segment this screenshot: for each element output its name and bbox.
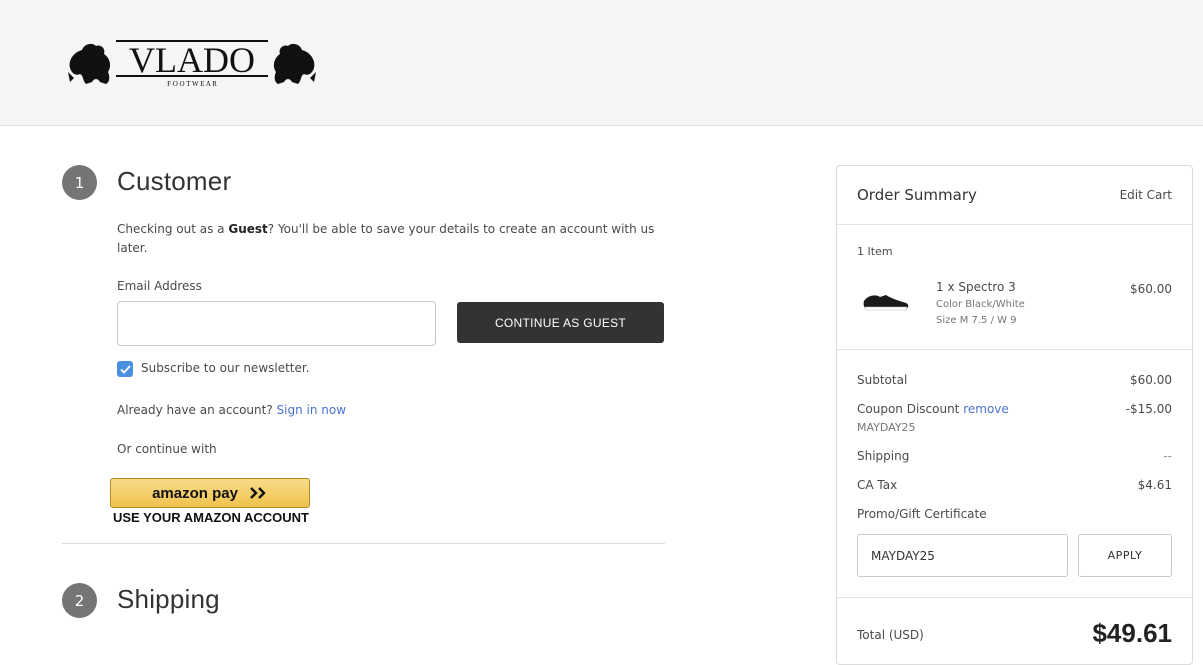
coupon-value: -$15.00 (1125, 402, 1172, 416)
lion-right-icon (273, 43, 316, 84)
summary-divider (837, 597, 1192, 598)
lion-left-icon (68, 43, 111, 84)
shipping-label: Shipping (857, 449, 910, 463)
amazon-pay-button[interactable]: amazon pay (110, 478, 310, 508)
guest-text-prefix: Checking out as a (117, 222, 229, 236)
email-label: Email Address (117, 279, 202, 293)
checkmark-icon (119, 364, 131, 374)
total-value: $49.61 (1092, 618, 1172, 648)
guest-text-line2: later. (117, 241, 148, 255)
double-chevron-right-icon (250, 487, 266, 499)
guest-bold: Guest (228, 222, 268, 236)
newsletter-checkbox[interactable] (117, 361, 133, 377)
shoe-thumbnail-icon (863, 295, 909, 311)
item-price: $60.00 (1130, 282, 1172, 296)
coupon-remove-link[interactable]: remove (963, 402, 1009, 416)
promo-gift-link[interactable]: Promo/Gift Certificate (857, 507, 987, 521)
shipping-value: -- (1163, 449, 1172, 463)
amazon-caption: USE YOUR AMAZON ACCOUNT (113, 510, 309, 525)
subtotal-value: $60.00 (1130, 373, 1172, 387)
subtotal-label: Subtotal (857, 373, 908, 387)
apply-button[interactable]: APPLY (1078, 534, 1172, 577)
section-divider (62, 543, 665, 544)
customer-title: Customer (117, 166, 232, 196)
email-input[interactable] (117, 301, 436, 346)
edit-cart-link[interactable]: Edit Cart (1120, 188, 1172, 202)
item-color: Color Black/White (936, 299, 1025, 310)
step-number-shipping: 2 (62, 583, 97, 618)
order-summary-panel: Order Summary Edit Cart 1 Item 1 x Spect… (836, 165, 1193, 665)
account-prompt-row: Already have an account? Sign in now (117, 401, 346, 420)
amazon-pay-label: amazon pay (152, 484, 238, 502)
summary-divider (837, 349, 1192, 350)
summary-divider (837, 224, 1192, 225)
order-summary-title: Order Summary (857, 186, 977, 204)
guest-info-text: Checking out as a Guest? You'll be able … (117, 220, 657, 258)
newsletter-label[interactable]: Subscribe to our newsletter. (141, 359, 310, 378)
tax-label: CA Tax (857, 478, 898, 492)
logo-subtext: F O O T W E A R (167, 80, 217, 88)
guest-text-suffix: ? You'll be able to save your details to… (267, 222, 655, 236)
coupon-row: Coupon Discount remove (857, 402, 1009, 416)
account-prompt: Already have an account? (117, 403, 273, 417)
coupon-label: Coupon Discount (857, 402, 960, 416)
tax-value: $4.61 (1137, 478, 1172, 492)
or-continue-text: Or continue with (117, 442, 217, 456)
coupon-code-input[interactable] (857, 534, 1068, 577)
coupon-code: MAYDAY25 (857, 421, 916, 434)
item-count: 1 Item (857, 245, 893, 258)
step-number-customer: 1 (62, 165, 97, 200)
page-header: VLADO F O O T W E A R (0, 0, 1203, 126)
item-size: Size M 7.5 / W 9 (936, 315, 1017, 326)
sign-in-link[interactable]: Sign in now (277, 403, 347, 417)
logo-text: VLADO (129, 40, 255, 80)
vlado-footwear-logo[interactable]: VLADO F O O T W E A R (66, 38, 318, 90)
shipping-title: Shipping (117, 584, 220, 614)
continue-as-guest-button[interactable]: CONTINUE AS GUEST (457, 302, 664, 343)
item-name: 1 x Spectro 3 (936, 280, 1016, 294)
total-label: Total (USD) (857, 628, 924, 642)
